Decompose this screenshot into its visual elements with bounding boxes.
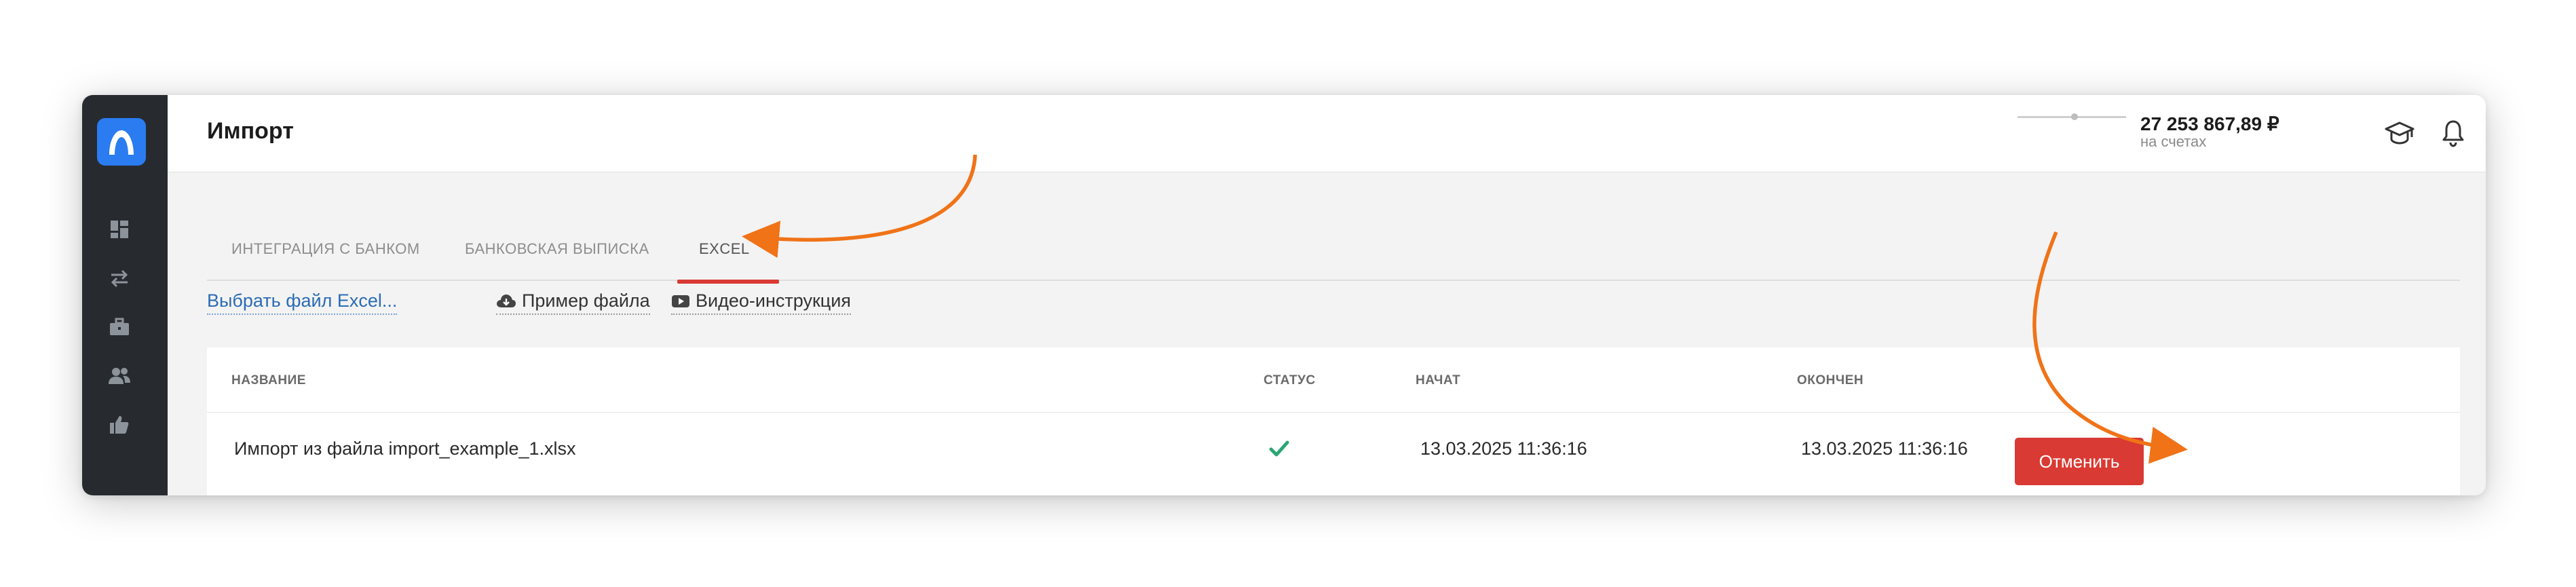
tab-bank-statement[interactable]: БАНКОВСКАЯ ВЫПИСКА [465,240,649,258]
column-header-finished: ОКОНЧЕН [1797,373,1864,387]
sidebar [82,95,168,495]
app-logo-icon[interactable] [97,118,146,166]
column-header-status: СТАТУС [1264,373,1316,387]
top-bar: Импорт 27 253 867,89 ₽ на счетах [168,95,2486,172]
bell-icon[interactable] [2434,114,2472,152]
balance-slider-handle[interactable] [2071,113,2078,120]
graduation-cap-icon[interactable] [2381,114,2419,152]
cloud-download-icon [497,294,516,307]
sample-file-label: Пример файла [522,290,650,311]
import-tabs: ИНТЕГРАЦИЯ С БАНКОМ БАНКОВСКАЯ ВЫПИСКА E… [207,225,2460,284]
cancel-button[interactable]: Отменить [2015,438,2144,485]
video-guide-link[interactable]: Видео-инструкция [671,290,851,315]
balance-amount: 27 253 867,89 ₽ [2140,113,2279,134]
video-guide-label: Видео-инструкция [696,290,851,311]
column-header-name: НАЗВАНИЕ [231,373,306,387]
table-header: НАЗВАНИЕ СТАТУС НАЧАТ ОКОНЧЕН [207,347,2460,413]
app-window: Импорт 27 253 867,89 ₽ на счетах ИНТЕГРА… [82,95,2486,495]
choose-excel-file-link[interactable]: Выбрать файл Excel... [207,290,398,315]
video-play-icon [672,295,689,307]
transfers-icon[interactable] [106,265,133,292]
dashboard-icon[interactable] [106,216,133,243]
choose-excel-file-label: Выбрать файл Excel... [207,290,398,311]
sample-file-link[interactable]: Пример файла [496,290,650,315]
active-tab-indicator [677,280,779,284]
finished-cell: 13.03.2025 11:36:16 [1801,438,1968,459]
success-check-icon [1269,440,1289,461]
tab-excel[interactable]: EXCEL [699,240,750,258]
import-name-cell: Импорт из файла import_example_1.xlsx [234,438,576,459]
thumbs-up-icon[interactable] [106,411,133,438]
column-header-started: НАЧАТ [1416,373,1461,387]
main-content: Импорт 27 253 867,89 ₽ на счетах ИНТЕГРА… [168,95,2486,495]
tab-bank-integration[interactable]: ИНТЕГРАЦИЯ С БАНКОМ [231,240,420,258]
started-cell: 13.03.2025 11:36:16 [1420,438,1587,459]
users-icon[interactable] [106,362,133,390]
page-title: Импорт [207,118,294,144]
balance-label: на счетах [2140,133,2207,150]
briefcase-icon[interactable] [106,314,133,341]
